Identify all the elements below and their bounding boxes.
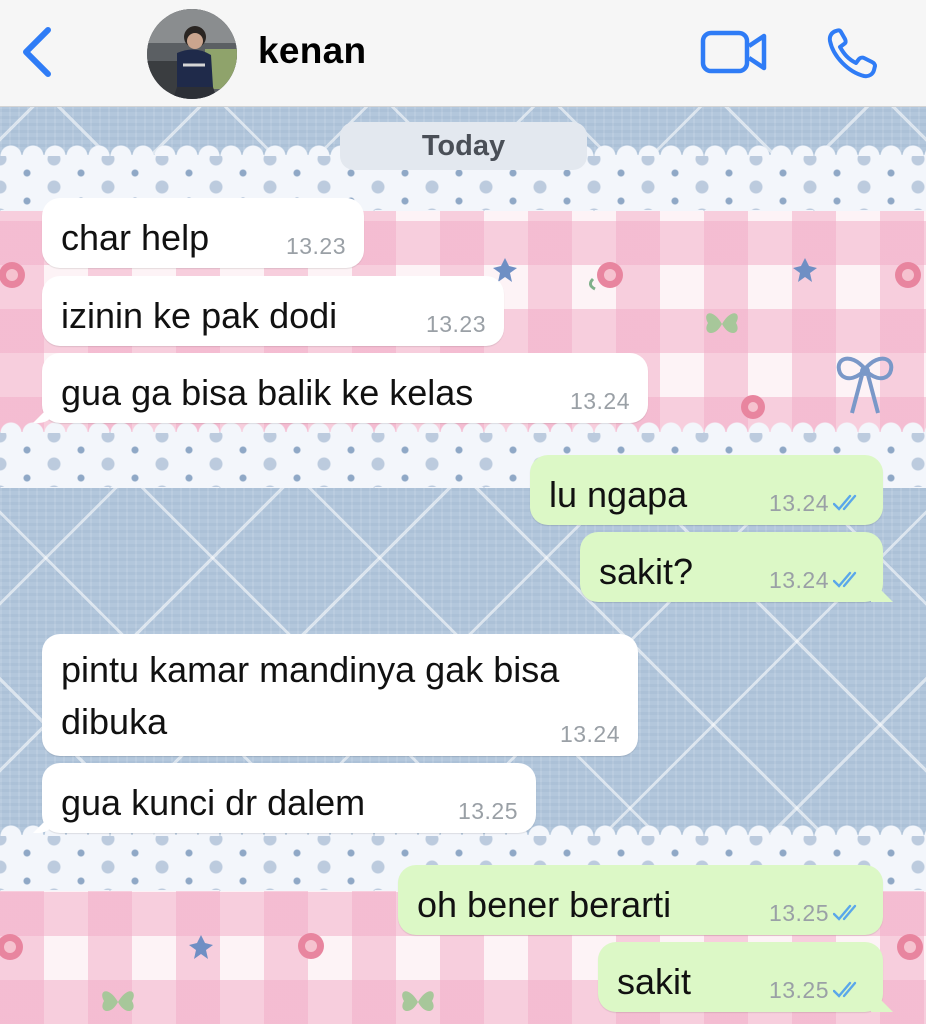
message-outgoing[interactable]: sakit? 13.24 [580,532,883,602]
video-call-button[interactable] [700,30,768,74]
chat-screen: kenan Today char help 13.23 izinin ke pa… [0,0,926,1024]
flower-icon [897,934,923,960]
avatar-photo [147,9,237,99]
contact-avatar[interactable] [147,9,237,99]
message-outgoing[interactable]: lu ngapa 13.24 [530,455,883,525]
voice-call-button[interactable] [826,26,880,80]
message-time: 13.24 [569,388,630,414]
bow-icon [836,356,894,414]
double-check-icon [833,494,857,511]
double-check-icon [833,981,857,998]
butterfly-icon [706,313,738,334]
message-text: char help [61,217,210,258]
blue-flower-icon [793,258,817,282]
video-camera-icon [700,30,767,74]
message-time: 13.24 [768,567,829,593]
message-incoming[interactable]: pintu kamar mandinya gak bisa dibuka 13.… [42,634,638,756]
contact-name[interactable]: kenan [258,30,366,72]
chat-header: kenan [0,0,926,107]
flower-icon [0,934,23,960]
message-incoming[interactable]: izinin ke pak dodi 13.23 [42,276,504,346]
double-check-icon [833,904,857,921]
flower-icon [0,262,25,288]
flower-icon [741,395,765,419]
flower-icon [895,262,921,288]
message-time: 13.25 [768,900,829,926]
message-time: 13.24 [768,490,829,516]
message-time: 13.24 [559,721,620,747]
double-check-icon [833,571,857,588]
butterfly-icon [102,991,134,1012]
message-time: 13.25 [457,798,518,824]
date-divider: Today [340,122,587,170]
back-button[interactable] [14,22,64,82]
message-text: sakit [617,961,692,1002]
blue-flower-icon [189,935,213,959]
chevron-left-icon [23,27,51,77]
message-incoming[interactable]: gua kunci dr dalem 13.25 [42,763,536,833]
message-text: gua ga bisa balik ke kelas [61,372,474,413]
message-text-line: dibuka [61,701,168,742]
message-time: 13.23 [285,233,346,259]
message-text-line: pintu kamar mandinya gak bisa [61,649,560,690]
message-time: 13.25 [768,977,829,1003]
message-time: 13.23 [425,311,486,337]
message-text: pintu kamar mandinya gak bisa dibuka [61,644,559,748]
message-text: lu ngapa [549,474,688,515]
flower-icon [298,933,324,959]
message-outgoing[interactable]: oh bener berarti 13.25 [398,865,883,935]
flower-icon [588,262,623,291]
message-incoming[interactable]: char help 13.23 [42,198,364,268]
message-text: gua kunci dr dalem [61,782,366,823]
phone-icon [827,28,877,79]
butterfly-icon [402,991,434,1012]
message-text: sakit? [599,551,694,592]
message-incoming[interactable]: gua ga bisa balik ke kelas 13.24 [42,353,648,423]
message-text: izinin ke pak dodi [61,295,338,336]
message-text: oh bener berarti [417,884,672,925]
message-outgoing[interactable]: sakit 13.25 [598,942,883,1012]
